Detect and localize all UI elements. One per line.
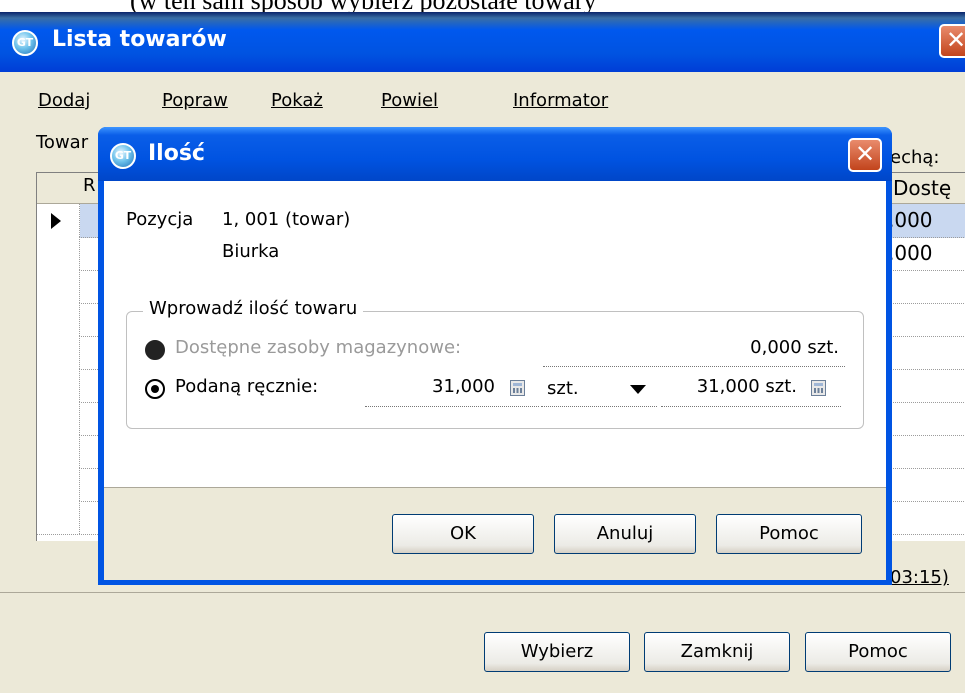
radio-available-stock[interactable] [145, 340, 165, 360]
select-button[interactable]: Wybierz [484, 632, 630, 672]
unit-select[interactable]: szt. [547, 378, 579, 399]
gt-app-icon: GT [110, 143, 136, 169]
menu-powiel[interactable]: Powiel [381, 90, 438, 111]
row-indicator [37, 402, 80, 435]
towar-label: Towar [36, 132, 89, 153]
available-stock-underline [543, 366, 845, 367]
cancel-button[interactable]: Anuluj [554, 514, 696, 554]
menu-popraw[interactable]: Popraw [162, 90, 228, 111]
menu-informator[interactable]: Informator [513, 90, 608, 111]
available-stock-value: 0,000 szt. [750, 337, 839, 358]
row-indicator [37, 435, 80, 468]
group-title: Wprowadź ilość towaru [143, 298, 364, 319]
row-indicator [37, 336, 80, 369]
manual-quantity-label: Podaną ręcznie: [175, 376, 319, 397]
radio-dot [150, 384, 159, 393]
unit-underline [541, 406, 657, 407]
row-indicator [37, 204, 80, 237]
position-name: Biurka [222, 241, 280, 262]
quantity-group: Wprowadź ilość towaru Dostępne zasoby ma… [126, 298, 864, 429]
dialog-button-bar: OK Anuluj Pomoc [104, 487, 886, 580]
gt-app-icon: GT [12, 30, 38, 56]
chevron-down-icon[interactable] [630, 385, 646, 394]
radio-manual-quantity[interactable] [145, 379, 165, 399]
grid-footer-link[interactable]: 03:15) [890, 567, 949, 588]
ok-button[interactable]: OK [392, 514, 534, 554]
row-indicator [37, 501, 80, 534]
position-value: 1, 001 (towar) [222, 209, 351, 230]
manual-total-value: 31,000 szt. [696, 376, 797, 397]
cecha-label: echą: [890, 147, 940, 168]
row-pointer-icon [51, 213, 61, 229]
help-button[interactable]: Pomoc [805, 632, 951, 672]
dialog-body: Pozycja 1, 001 (towar) Biurka Wprowadź i… [104, 181, 886, 487]
quantity-dialog: GT Ilość ✕ Pozycja 1, 001 (towar) Biurka… [98, 127, 892, 585]
dialog-help-button[interactable]: Pomoc [716, 514, 862, 554]
menu-dodaj[interactable]: Dodaj [38, 90, 90, 111]
main-separator [0, 592, 965, 593]
main-close-button[interactable]: ✕ [939, 24, 965, 58]
quantity-input[interactable]: 31,000 [365, 376, 495, 397]
menu-pokaz[interactable]: Pokaż [271, 90, 323, 111]
grid-header-r[interactable]: R [83, 175, 96, 196]
close-button[interactable]: Zamknij [644, 632, 790, 672]
main-titlebar[interactable]: GT Lista towarów ✕ [0, 12, 965, 72]
main-window-title: Lista towarów [52, 27, 227, 52]
dialog-titlebar[interactable]: GT Ilość ✕ [98, 127, 892, 181]
grid-cell-dostepne: ,000 [888, 241, 933, 265]
position-label: Pozycja [126, 209, 194, 230]
available-stock-label: Dostępne zasoby magazynowe: [175, 337, 462, 358]
grid-header-dostepne[interactable]: Dostę [893, 176, 951, 200]
dialog-close-button[interactable]: ✕ [848, 138, 882, 172]
calculator-icon[interactable] [510, 380, 525, 396]
calculator-icon[interactable] [811, 380, 826, 396]
row-indicator [37, 237, 80, 270]
row-indicator [37, 303, 80, 336]
dialog-title: Ilość [148, 141, 205, 166]
row-indicator [37, 369, 80, 402]
quantity-underline [365, 406, 539, 407]
grid-cell-dostepne: ,000 [888, 208, 933, 232]
total-underline [661, 406, 841, 407]
row-indicator [37, 270, 80, 303]
row-indicator [37, 468, 80, 501]
